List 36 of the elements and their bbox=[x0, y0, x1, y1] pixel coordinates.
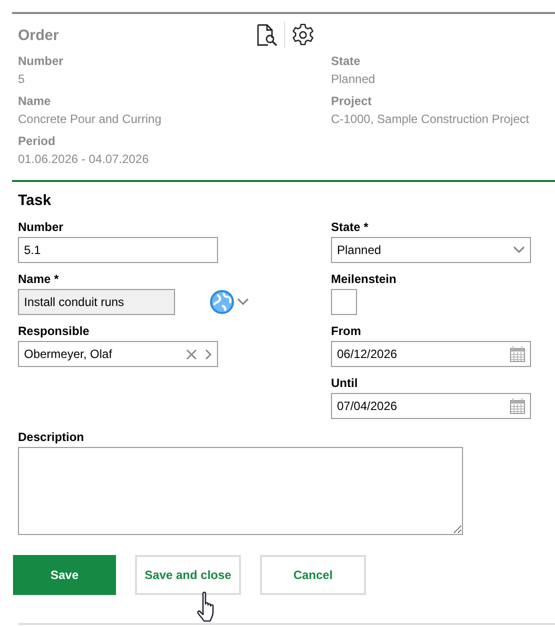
field-label: Description bbox=[18, 429, 86, 445]
date-field[interactable]: 07/04/2026 bbox=[331, 393, 531, 419]
field-value: Concrete Pour and Curring bbox=[18, 111, 162, 128]
section-title: Order bbox=[18, 26, 60, 44]
date-field[interactable]: 06/12/2026 bbox=[331, 341, 531, 367]
field-label: Responsible bbox=[18, 323, 90, 339]
field-value: C-1000, Sample Construction Project bbox=[331, 111, 530, 128]
section-title: Task bbox=[18, 192, 52, 209]
field-value: 01.06.2026 - 04.07.2026 bbox=[18, 151, 150, 168]
state-select[interactable]: Planned bbox=[331, 237, 531, 263]
field-label: Number bbox=[18, 219, 64, 235]
calendar-icon[interactable] bbox=[510, 398, 525, 414]
description-field[interactable] bbox=[18, 447, 463, 535]
caret-icon bbox=[237, 298, 249, 306]
field-label: From bbox=[331, 323, 362, 339]
save-button[interactable]: Save bbox=[13, 555, 116, 595]
field-value: Planned bbox=[331, 71, 376, 88]
chevron-down-icon bbox=[513, 246, 525, 254]
text-field[interactable]: 5.1 bbox=[18, 237, 218, 263]
action-button[interactable]: Save and close bbox=[135, 555, 241, 595]
milestone-checkbox[interactable] bbox=[331, 289, 357, 315]
field-label: State * bbox=[331, 219, 370, 235]
calendar-icon[interactable] bbox=[510, 346, 525, 362]
field-label: Name bbox=[18, 93, 52, 110]
field-label: Period bbox=[18, 133, 56, 150]
field-label: Until bbox=[331, 375, 359, 391]
field-label: Number bbox=[18, 53, 64, 70]
field-label: Project bbox=[331, 93, 373, 110]
field-value: 5 bbox=[18, 71, 26, 88]
clear-icon[interactable] bbox=[186, 348, 197, 360]
action-button[interactable]: Cancel bbox=[260, 555, 366, 595]
chevron-right-icon[interactable] bbox=[205, 348, 212, 360]
field-label: Meilenstein bbox=[331, 271, 398, 287]
field-label: Name * bbox=[18, 271, 60, 287]
lookup-field[interactable]: Obermeyer, Olaf bbox=[18, 341, 218, 367]
field-label: State bbox=[331, 53, 362, 70]
